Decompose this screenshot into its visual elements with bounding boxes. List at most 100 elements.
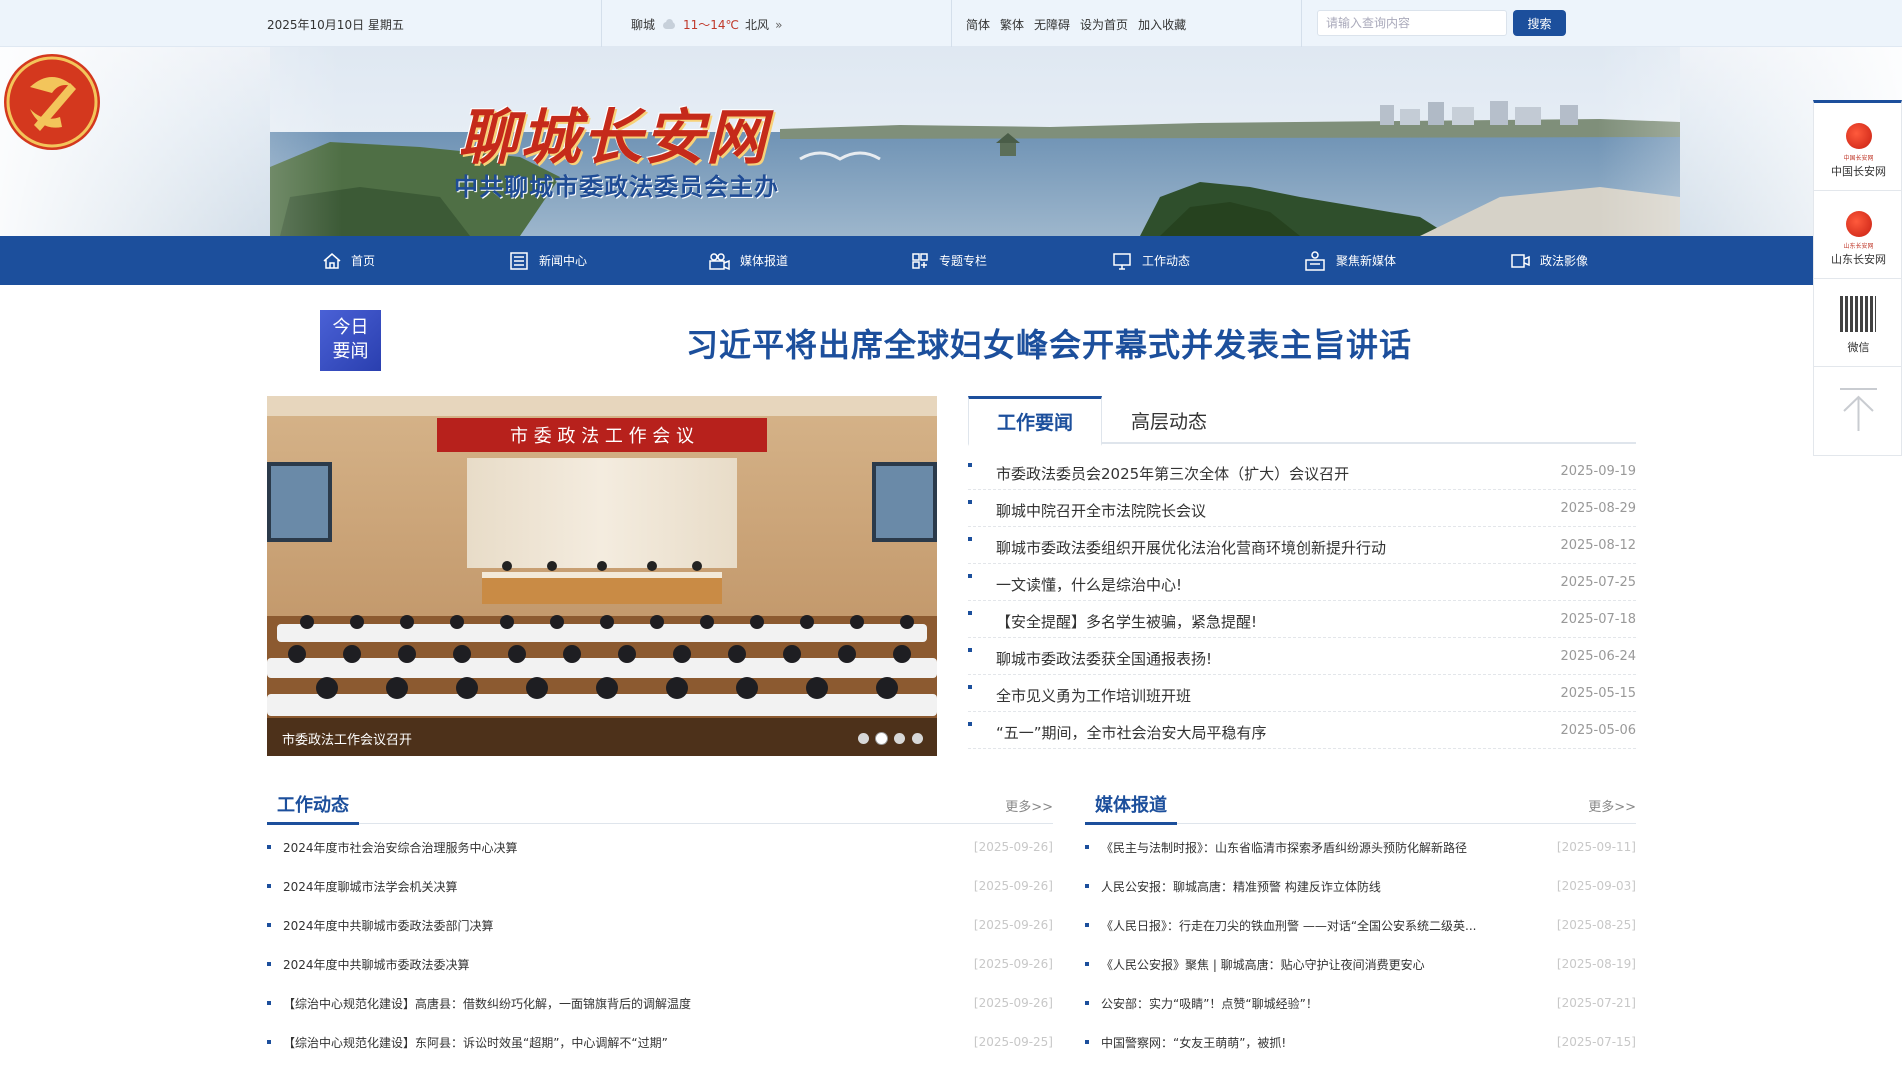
list-item[interactable]: 【安全提醒】多名学生被骗，紧急提醒! 2025-07-18 [968,601,1636,638]
photo-carousel[interactable]: 市 委 政 法 工 作 会 议 市委政法工作会议召开 [267,396,937,756]
bullet-icon [267,1040,271,1044]
carousel-dot[interactable] [894,733,905,744]
item-title: 2024年度聊城市法学会机关决算 [283,880,458,894]
item-date: [2025-09-26] [973,840,1053,854]
banner-fade [0,47,1902,236]
back-to-top-button[interactable] [1814,367,1902,455]
search-button[interactable]: 搜索 [1513,10,1566,36]
home-icon [323,252,341,269]
list-item[interactable]: “五一”期间，全市社会治安大局平稳有序 2025-05-06 [968,712,1636,749]
nav-item-home[interactable]: 首页 [322,236,375,285]
item-date: [2025-09-26] [973,996,1053,1010]
float-label: 山东长安网 [1831,253,1886,266]
link-china-changan[interactable]: 中国长安网 中国长安网 [1814,103,1902,191]
float-label: 微信 [1847,341,1870,354]
carousel-dot[interactable] [858,733,869,744]
emblem-icon [1846,211,1872,237]
news-title: 聊城市委政法委获全国通报表扬! [996,650,1213,668]
list-item[interactable]: 2024年度中共聊城市委政法委部门决算 [2025-09-26] [267,908,1053,947]
divider [601,0,602,47]
link-shandong-changan[interactable]: 山东长安网 山东长安网 [1814,191,1902,279]
news-date: 2025-07-18 [1560,612,1636,627]
nav-item-special[interactable]: 专题专栏 [910,236,987,285]
camera-icon [709,252,730,270]
link-set-homepage[interactable]: 设为首页 [1080,16,1128,33]
nav-item-video[interactable]: 政法影像 [1509,236,1588,285]
list-item[interactable]: 全市见义勇为工作培训班开班 2025-05-15 [968,675,1636,712]
floating-side-panel: 中国长安网 中国长安网 山东长安网 山东长安网 微信 [1813,100,1902,456]
work-section-title[interactable]: 工作动态 [267,783,359,825]
nav-label: 政法影像 [1540,254,1589,268]
nav-item-media[interactable]: 媒体报道 [707,236,788,285]
item-title: 【综治中心规范化建设】东阿县：诉讼时效虽“超期”，中心调解不“过期” [283,1036,668,1050]
nav-label: 聚焦新媒体 [1336,254,1397,268]
list-item[interactable]: 【综治中心规范化建设】高唐县：借数纠纷巧化解，一面锦旗背后的调解温度 [2025-… [267,986,1053,1025]
item-title: 【综治中心规范化建设】高唐县：借数纠纷巧化解，一面锦旗背后的调解温度 [283,997,692,1011]
nav-item-work[interactable]: 工作动态 [1111,236,1190,285]
list-item[interactable]: 【综治中心规范化建设】东阿县：诉讼时效虽“超期”，中心调解不“过期” [2025-… [267,1025,1053,1064]
nav-label: 工作动态 [1142,254,1191,268]
work-section-header: 工作动态 更多>> [267,782,1053,825]
search-input[interactable] [1317,10,1507,36]
news-title: 【安全提醒】多名学生被骗，紧急提醒! [996,613,1258,631]
list-item[interactable]: 《人民日报》：行走在刀尖的铁血刑警 ——对话“全国公安系统二级英... [2025… [1085,908,1636,947]
list-item[interactable]: 2024年度市社会治安综合治理服务中心决算 [2025-09-26] [267,830,1053,869]
list-item[interactable]: 人民公安报：聊城高唐：精准预警 构建反诈立体防线 [2025-09-03] [1085,869,1636,908]
nav-item-new-media[interactable]: 聚焦新媒体 [1303,236,1396,285]
list-item[interactable]: 《人民公安报》聚焦 | 聊城高唐：贴心守护让夜间消费更安心 [2025-08-19… [1085,947,1636,986]
carousel-dot[interactable] [912,733,923,744]
qr-code-icon [1840,296,1876,332]
bullet-icon [267,1001,271,1005]
list-item[interactable]: 公安部：实力“吸睛”！点赞“聊城经验”！ [2025-07-21] [1085,986,1636,1025]
bullet-icon [1085,923,1089,927]
weather-wind: 北风 [745,18,770,32]
nav-label: 专题专栏 [939,254,988,268]
chevron-right-icon[interactable]: » [775,18,782,32]
site-banner: 聊城长安网 中共聊城市委政法委员会主办 [0,47,1902,236]
news-date: 2025-05-15 [1560,686,1636,701]
top-links: 简体 繁体 无障碍 设为首页 加入收藏 [966,16,1186,33]
list-item[interactable]: 中国警察网：“女友王萌萌”，被抓! [2025-07-15] [1085,1025,1636,1064]
news-date: 2025-09-19 [1560,464,1636,479]
nav-item-news[interactable]: 新闻中心 [508,236,587,285]
item-title: 2024年度市社会治安综合治理服务中心决算 [283,841,518,855]
arrow-up-icon [1840,388,1877,431]
carousel-photo: 市 委 政 法 工 作 会 议 [267,396,937,756]
link-accessibility[interactable]: 无障碍 [1034,16,1070,33]
news-title: 一文读懂，什么是综治中心! [996,576,1183,594]
bullet-icon [968,685,972,689]
headline-link[interactable]: 习近平将出席全球妇女峰会开幕式并发表主旨讲话 [686,320,1412,366]
bullet-icon [1085,884,1089,888]
work-more-link[interactable]: 更多>> [1005,796,1053,815]
carousel-dots [858,733,923,744]
link-simplified[interactable]: 简体 [966,16,990,33]
media-section-title[interactable]: 媒体报道 [1085,783,1177,825]
item-date: [2025-09-26] [973,957,1053,971]
news-date: 2025-06-24 [1560,649,1636,664]
list-item[interactable]: 市委政法委员会2025年第三次全体（扩大）会议召开 2025-09-19 [968,453,1636,490]
today-news-badge: 今日 要闻 [320,310,381,371]
list-item[interactable]: 一文读懂，什么是综治中心! 2025-07-25 [968,564,1636,601]
bullet-icon [968,574,972,578]
list-item[interactable]: 聊城中院召开全市法院院长会议 2025-08-29 [968,490,1636,527]
item-date: [2025-09-03] [1556,879,1636,893]
media-more-link[interactable]: 更多>> [1588,796,1636,815]
tab-leadership-news[interactable]: 高层动态 [1102,396,1236,444]
carousel-dot-active[interactable] [876,733,887,744]
link-add-favorite[interactable]: 加入收藏 [1138,16,1186,33]
bullet-icon [267,923,271,927]
item-title: 公安部：实力“吸睛”！点赞“聊城经验”！ [1101,997,1318,1011]
nav-label: 新闻中心 [539,254,588,268]
bullet-icon [267,884,271,888]
news-title: 聊城市委政法委组织开展优化法治化营商环境创新提升行动 [996,539,1387,557]
tab-work-news[interactable]: 工作要闻 [968,396,1102,446]
list-item[interactable]: 2024年度聊城市法学会机关决算 [2025-09-26] [267,869,1053,908]
list-item[interactable]: 聊城市委政法委获全国通报表扬! 2025-06-24 [968,638,1636,675]
link-traditional[interactable]: 繁体 [1000,16,1024,33]
item-title: 2024年度中共聊城市委政法委部门决算 [283,919,494,933]
list-item[interactable]: 《民主与法制时报》：山东省临清市探索矛盾纠纷源头预防化解新路径 [2025-09-… [1085,830,1636,869]
list-item[interactable]: 聊城市委政法委组织开展优化法治化营商环境创新提升行动 2025-08-12 [968,527,1636,564]
list-item[interactable]: 2024年度中共聊城市委政法委决算 [2025-09-26] [267,947,1053,986]
link-wechat[interactable]: 微信 [1814,279,1902,367]
monitor-icon [1113,252,1131,270]
